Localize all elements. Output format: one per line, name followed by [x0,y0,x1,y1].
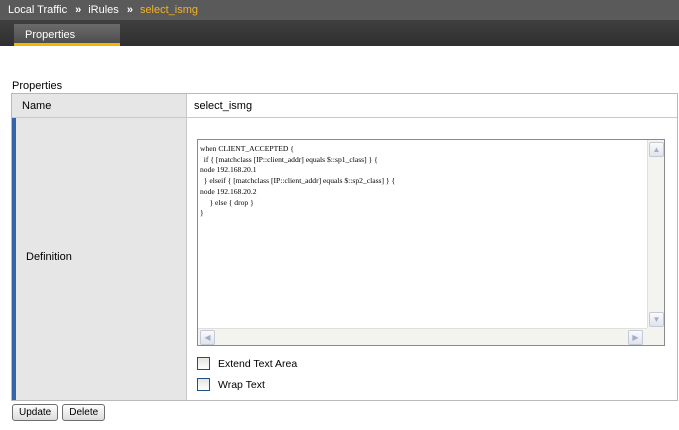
breadcrumb-separator: » [126,4,133,16]
scroll-up-icon[interactable]: ▲ [649,142,664,157]
definition-row: Definition when CLIENT_ACCEPTED { if { [… [12,118,677,400]
definition-code[interactable]: when CLIENT_ACCEPTED { if { [matchclass … [200,144,647,326]
scrollbar-corner [647,328,664,345]
extend-text-area-checkbox[interactable] [197,357,210,370]
wrap-text-checkbox[interactable] [197,378,210,391]
delete-button[interactable]: Delete [62,404,106,421]
properties-table: Name select_ismg Definition when CLIENT_… [11,93,678,401]
wrap-text-label: Wrap Text [218,378,265,391]
name-value: select_ismg [194,100,253,112]
action-buttons: Update Delete [12,404,106,421]
breadcrumb-irules[interactable]: iRules [88,4,119,16]
vertical-scrollbar[interactable]: ▲ ▼ [647,140,664,328]
scroll-down-icon[interactable]: ▼ [649,312,664,327]
tab-properties[interactable]: Properties [14,24,120,46]
definition-textarea[interactable]: when CLIENT_ACCEPTED { if { [matchclass … [197,139,665,346]
update-button[interactable]: Update [12,404,59,421]
name-label: Name [12,94,187,117]
scroll-right-icon[interactable]: ▶ [628,330,643,345]
breadcrumb: Local Traffic » iRules » select_ismg [0,0,679,21]
extend-text-area-option[interactable]: Extend Text Area [197,357,297,370]
horizontal-scrollbar[interactable]: ◀ ▶ [198,328,647,345]
tab-bar: Properties [0,21,679,46]
scroll-left-icon[interactable]: ◀ [200,330,215,345]
extend-text-area-label: Extend Text Area [218,357,298,370]
breadcrumb-separator: » [75,4,81,16]
section-title: Properties [12,80,63,92]
definition-label: Definition [26,251,72,263]
breadcrumb-local-traffic[interactable]: Local Traffic [8,4,67,16]
name-row: Name select_ismg [12,94,677,118]
breadcrumb-current: select_ismg [139,4,199,16]
wrap-text-option[interactable]: Wrap Text [197,378,265,391]
definition-label-cell: Definition [12,118,187,400]
